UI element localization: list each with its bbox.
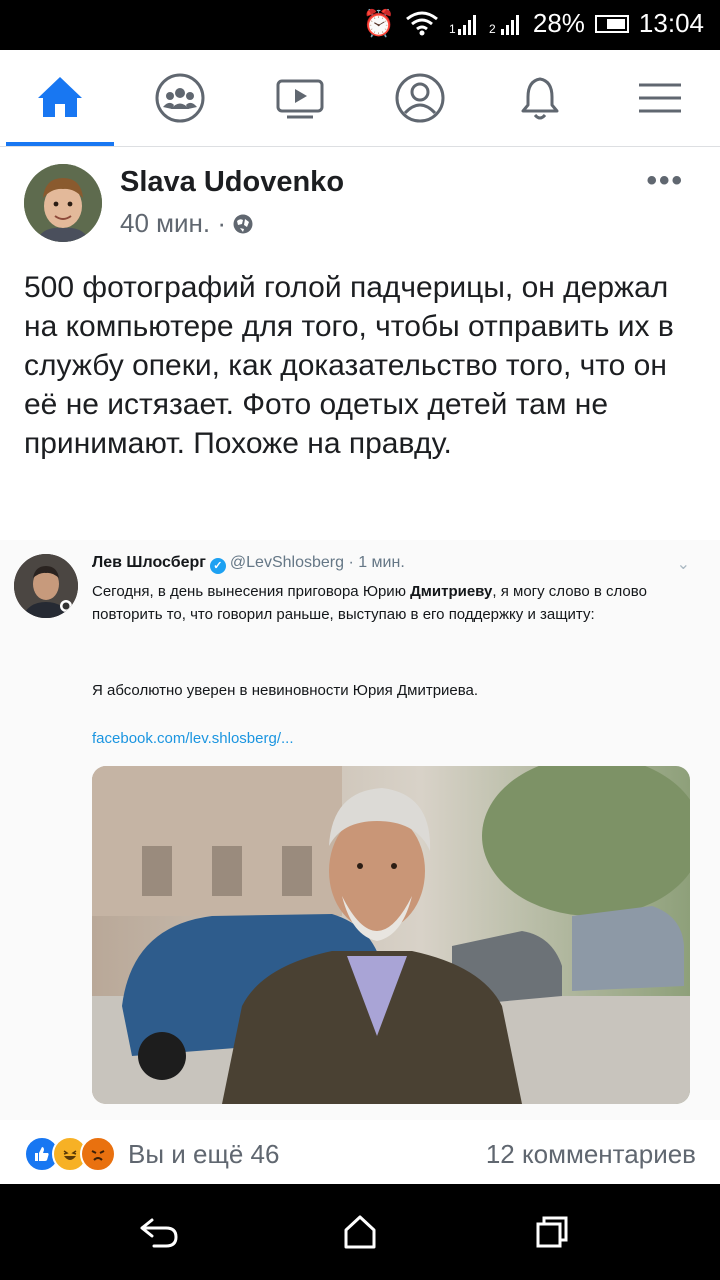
recents-button[interactable]: [524, 1204, 580, 1260]
clock: 13:04: [638, 8, 704, 38]
shared-image[interactable]: Лев Шлосберг ✓ @LevShlosberg · 1 мин. ⌄ Се…: [0, 540, 720, 1120]
tweet-text-second: Я абсолютно уверен в невиновности Юрия Д…: [92, 682, 479, 699]
home-nav-icon: [344, 1215, 376, 1249]
profile-icon: [395, 73, 445, 123]
more-options-button[interactable]: •••: [646, 164, 684, 198]
author-avatar[interactable]: [24, 164, 102, 242]
svg-text:2: 2: [489, 22, 496, 36]
groups-icon: [155, 73, 205, 123]
nav-menu[interactable]: [600, 50, 720, 146]
nav-watch[interactable]: [240, 50, 360, 146]
menu-icon: [639, 83, 681, 113]
back-icon: [140, 1218, 178, 1248]
nav-home[interactable]: [0, 50, 120, 146]
tweet-handle: @LevShlosberg · 1 мин.: [229, 554, 405, 571]
tweet-header: Лев Шлосберг ✓ @LevShlosberg · 1 мин.: [92, 554, 405, 574]
tweet-author-name: Лев Шлосберг: [92, 554, 206, 571]
post-meta: 40 мин. ·: [120, 208, 254, 239]
bell-icon: [521, 77, 559, 120]
system-navigation-bar: [0, 1184, 720, 1280]
wifi-icon: [405, 11, 438, 35]
home-icon: [38, 77, 82, 117]
tweet-link: facebook.com/lev.shlosberg/...: [92, 730, 294, 747]
signal-1-icon: 1: [449, 14, 476, 36]
tweet-text-bold: Дмитриеву: [410, 583, 493, 600]
tweet-photo: [92, 766, 690, 1104]
home-nav-button[interactable]: [332, 1204, 388, 1260]
battery-percent: 28%: [532, 8, 585, 38]
nav-groups[interactable]: [120, 50, 240, 146]
status-bar: ⏰ 1 2 28% 13:04: [0, 0, 720, 50]
recents-icon: [536, 1216, 568, 1248]
author-name[interactable]: Slava Udovenko: [120, 166, 344, 199]
comments-count[interactable]: 12 комментариев: [486, 1139, 696, 1170]
verified-icon: ✓: [209, 558, 226, 574]
angry-icon: [80, 1136, 116, 1172]
svg-text:1: 1: [449, 22, 456, 36]
tweet-text: Сегодня, в день вынесения приговора Юрию…: [92, 580, 692, 626]
tweet-text-part: Сегодня, в день вынесения приговора Юрию: [92, 583, 411, 600]
reaction-count[interactable]: Вы и ещё 46: [128, 1139, 279, 1170]
battery-icon: [594, 14, 629, 33]
back-button[interactable]: [130, 1204, 186, 1260]
alarm-icon: ⏰: [362, 8, 395, 38]
post-header: Slava Udovenko 40 мин. · •••: [0, 158, 720, 248]
nav-notifications[interactable]: [480, 50, 600, 146]
tweet-avatar: [14, 554, 78, 618]
post-text: 500 фотографий голой падчерицы, он держа…: [24, 271, 674, 460]
reactions-bar: Вы и ещё 46 12 комментариев: [24, 1134, 696, 1174]
watch-icon: [276, 79, 324, 119]
chevron-down-icon: ⌄: [676, 556, 690, 573]
reaction-icons[interactable]: [24, 1136, 116, 1172]
nav-profile[interactable]: [360, 50, 480, 146]
globe-icon: [233, 214, 253, 233]
top-navigation: [0, 50, 720, 147]
signal-2-icon: 2: [489, 14, 519, 36]
post-time[interactable]: 40 мин. ·: [120, 208, 226, 239]
